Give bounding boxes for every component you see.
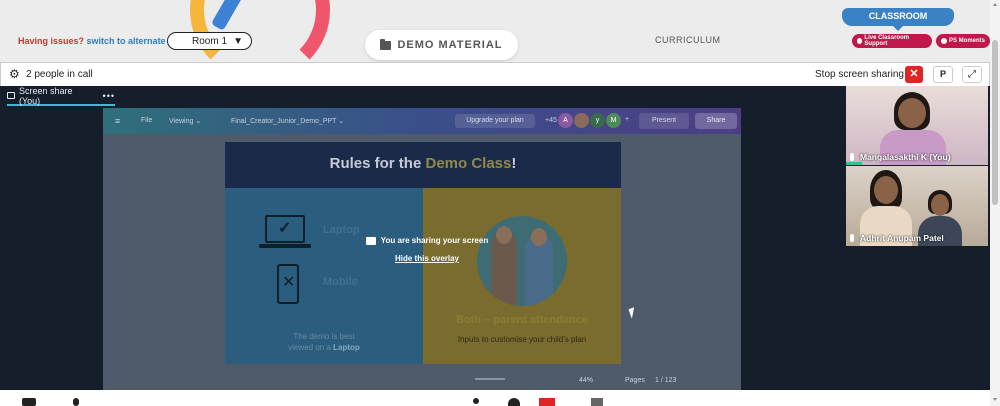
laptop-label: Laptop [323,224,360,236]
demo-note: The demo is best viewed on a Laptop [225,331,423,353]
canva-pages: Pages [625,377,645,384]
page-scrollbar[interactable] [990,0,1000,406]
hide-overlay-link[interactable]: Hide this overlay [357,254,497,263]
canva-zoom: 44% [579,377,594,384]
app-root: Having issues? switch to alternate room … [0,0,1000,406]
more-options-icon[interactable]: ••• [103,91,115,101]
screen-share-icon [365,236,376,245]
canva-avatar: y [590,113,605,128]
canva-file: File [141,117,153,124]
zoom-slider [475,378,505,380]
shared-screen: ≡ File Viewing ⌄ Final_Creator_Junior_De… [103,108,741,390]
live-support-label: Live Classroom Support [864,35,910,47]
slide-title-prefix: Rules for the [329,155,426,172]
classroom-tab[interactable]: CLASSROOM [842,8,954,31]
issues-notice: Having issues? switch to alternate room [18,36,191,46]
room-select-value: Room 1 [192,35,228,47]
slide-title-highlight: Demo Class [425,155,512,172]
camera-icon[interactable] [22,398,36,406]
canva-share: Share [695,113,737,129]
canva-doc-title: Final_Creator_Junior_Demo_PPT ⌄ [231,118,345,125]
stop-sharing-label[interactable]: Stop screen sharing [815,69,904,80]
support-icon [857,38,863,44]
demo-material-label: DEMO MATERIAL [397,39,503,51]
person-head [496,226,512,244]
people-count: 2 people in call [26,69,93,80]
video-stage: Screen share (You) ••• ≡ File Viewing ⌄ … [0,86,990,390]
sharing-text: You are sharing your screen [380,236,489,245]
ps-moments-button[interactable]: PS Moments [936,34,990,48]
decorative-logo-ring [190,0,330,62]
scroll-thumb[interactable] [992,40,998,205]
scroll-down-icon[interactable] [993,398,997,401]
moments-icon [941,38,947,44]
monitor-icon [7,92,15,99]
participant-face [874,176,898,204]
folder-icon [380,38,392,50]
person-head [531,228,547,246]
demo-material-button[interactable]: DEMO MATERIAL [365,30,518,60]
participant-name: Mangalasakthi K (You) [850,152,951,162]
participant-tile[interactable]: Adhrit Anupam Patel [846,166,988,246]
stop-sharing-button[interactable]: ✕ [905,66,923,83]
mic-icon [850,153,854,161]
whiteboard-icon[interactable] [591,398,603,406]
microphone-icon[interactable] [73,398,79,406]
slide-right-panel: Both – parent attendance Inputs to custo… [423,188,621,364]
participants-icon[interactable] [473,398,479,404]
share-tab-label: Screen share (You) [18,85,73,106]
demo-note-line2: viewed on a [288,343,334,352]
canva-avatar [574,113,589,128]
participant-tile[interactable]: Mangalasakthi K (You) [846,86,988,165]
both-subtitle: Inputs to customise your child's plan [457,335,587,344]
canva-toolbar: ≡ File Viewing ⌄ Final_Creator_Junior_De… [103,108,741,134]
check-icon: ✓ [278,220,292,237]
canva-avatar: M [606,113,621,128]
canva-present: Present [639,113,689,129]
canva-avatar: A [558,113,573,128]
slide-title: Rules for the Demo Class! [225,142,621,188]
stop-share-icon[interactable] [539,398,555,406]
expand-icon[interactable]: ⤢ [962,66,982,83]
participant-face [898,98,926,128]
audio-level-bar [846,162,862,165]
live-support-button[interactable]: Live Classroom Support [852,34,932,48]
menu-icon: ≡ [115,116,121,126]
tab-screen-share[interactable]: Screen share (You) ••• [7,86,115,106]
scroll-up-icon[interactable] [993,3,997,6]
call-controls [0,390,990,406]
participant-name-text: Mangalasakthi K (You) [860,152,951,162]
both-title: Both – parent attendance [455,314,589,326]
pin-button[interactable]: P [933,66,953,83]
chevron-down-icon: ▼ [233,35,243,47]
call-header: ⚙ 2 people in call Stop screen sharing ✕… [0,62,990,86]
mobile-label: Mobile [323,276,358,288]
canva-footer: 44% Pages 1 / 123 [103,374,741,390]
canva-viewing: Viewing ⌄ [169,118,202,125]
cross-icon: ✕ [282,274,296,291]
mic-icon [850,234,854,242]
ps-moments-label: PS Moments [949,38,986,44]
reactions-icon[interactable] [508,398,520,406]
participant-face [931,194,949,216]
laptop-base-icon [259,244,311,248]
sharing-overlay: You are sharing your screen Hide this ov… [357,236,497,263]
gear-icon[interactable]: ⚙ [9,68,20,80]
canva-collab-count: +45 [545,117,557,124]
issues-text: Having issues? [18,36,85,46]
demo-note-line1: The demo is best [293,332,355,341]
slide-left-panel: ✓ ✕ Laptop Mobile The demo is best viewe… [225,188,423,364]
participant-name: Adhrit Anupam Patel [850,233,944,243]
canva-add-icon: + [625,116,630,123]
participant-name-text: Adhrit Anupam Patel [860,233,944,243]
classroom-header: Having issues? switch to alternate room … [0,0,1000,62]
slide-title-suffix: ! [511,155,517,172]
curriculum-tab[interactable]: CURRICULUM [655,35,721,45]
person-figure [525,236,553,306]
canva-page-count: 1 / 123 [655,377,677,384]
demo-note-bold: Laptop [333,343,360,352]
canva-upgrade: Upgrade your plan [455,114,535,128]
room-select[interactable]: Room 1 ▼ [167,32,252,50]
